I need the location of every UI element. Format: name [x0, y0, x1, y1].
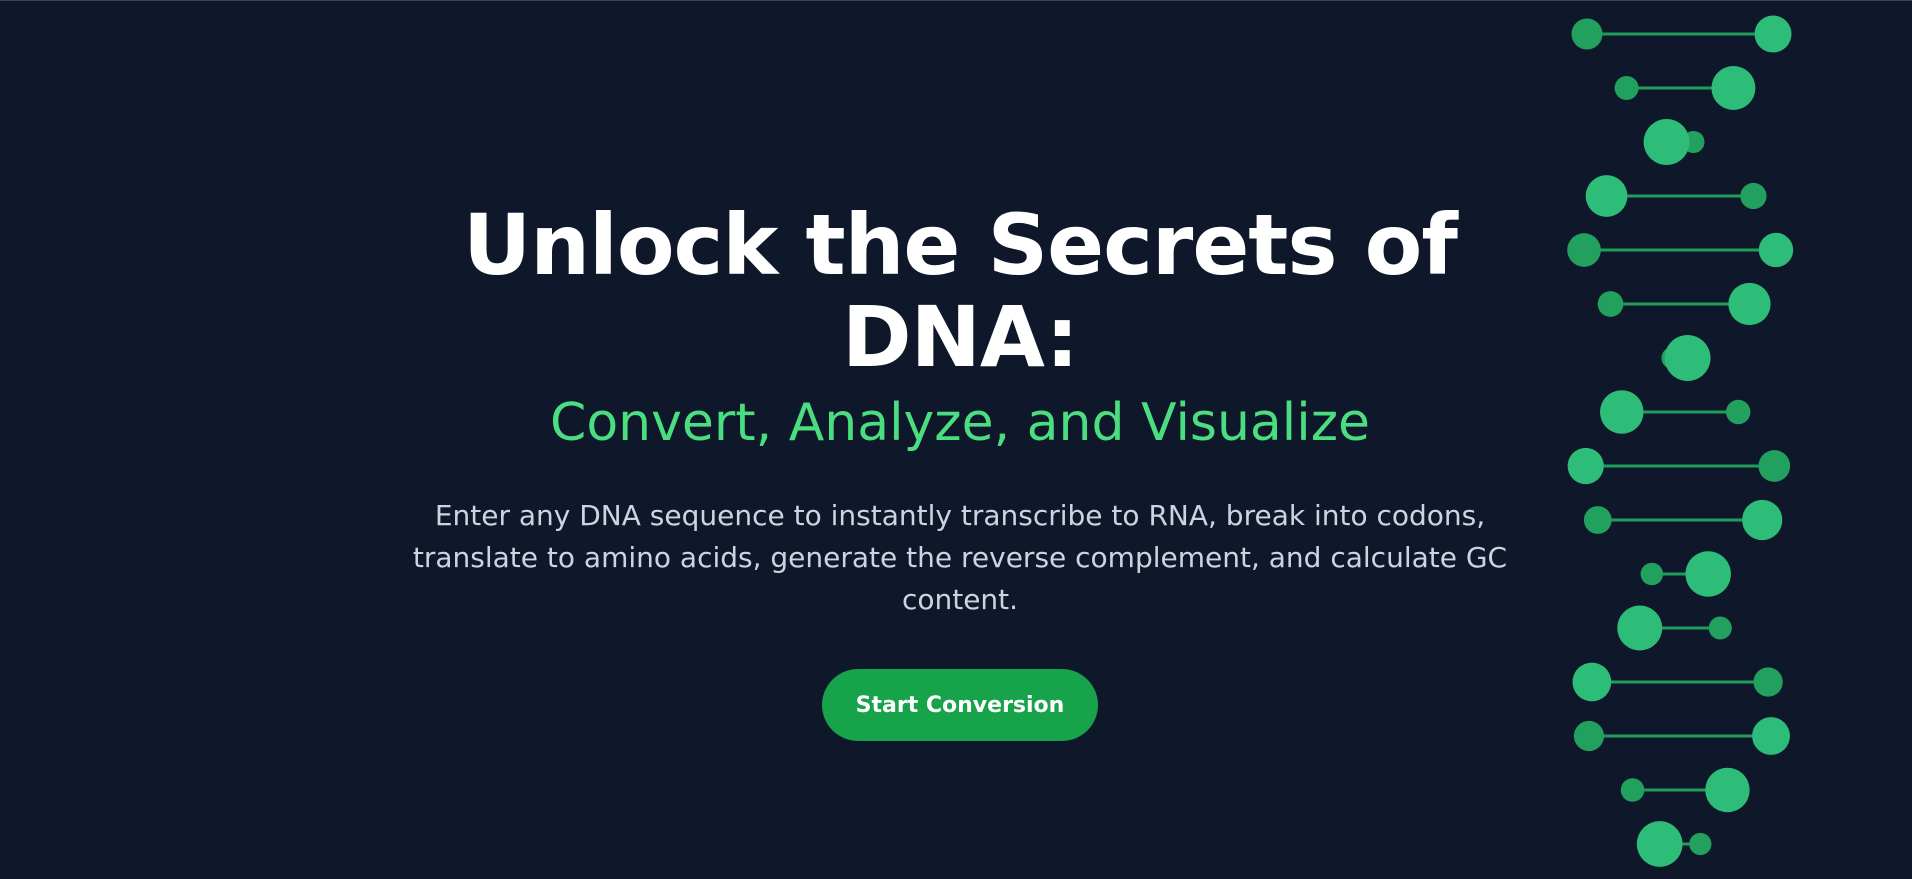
dna-nucleotide [1753, 667, 1783, 697]
dna-nucleotide [1752, 717, 1790, 755]
hero-subheadline: Convert, Analyze, and Visualize [550, 393, 1370, 453]
dna-nucleotide [1585, 175, 1628, 217]
dna-nucleotide [1567, 233, 1601, 267]
dna-nucleotide [1705, 767, 1750, 813]
dna-nucleotide [1599, 390, 1644, 434]
dna-nucleotide [1571, 18, 1603, 50]
dna-nucleotide [1742, 499, 1783, 541]
start-conversion-button[interactable]: Start Conversion [822, 669, 1098, 741]
dna-nucleotide [1664, 335, 1711, 381]
dna-nucleotide [1583, 506, 1612, 534]
hero-description: Enter any DNA sequence to instantly tran… [412, 499, 1508, 616]
hero-headline: Unlock the Secrets of DNA: [463, 196, 1458, 386]
dna-nucleotide [1726, 399, 1751, 425]
hero-content: Unlock the Secrets of DNA: Convert, Anal… [376, 199, 1544, 741]
dna-nucleotide [1573, 720, 1605, 752]
dna-nucleotide [1758, 450, 1791, 482]
dna-nucleotide [1711, 66, 1756, 110]
dna-nucleotide [1708, 616, 1732, 640]
dna-nucleotide [1685, 551, 1731, 597]
dna-nucleotide [1643, 119, 1690, 165]
dna-nucleotide [1758, 232, 1794, 268]
dna-nucleotide [1614, 75, 1639, 101]
dna-nucleotide [1620, 778, 1645, 802]
dna-nucleotide [1636, 821, 1683, 867]
dna-nucleotide [1740, 182, 1767, 210]
hero-section: Unlock the Secrets of DNA: Convert, Anal… [0, 0, 1912, 879]
dna-nucleotide [1567, 447, 1604, 485]
dna-nucleotide [1617, 605, 1663, 651]
dna-nucleotide [1728, 282, 1771, 326]
dna-nucleotide [1754, 15, 1792, 53]
dna-nucleotide [1689, 832, 1712, 856]
dna-nucleotide [1572, 662, 1612, 702]
dna-nucleotide [1640, 562, 1664, 586]
dna-nucleotide [1597, 291, 1624, 317]
